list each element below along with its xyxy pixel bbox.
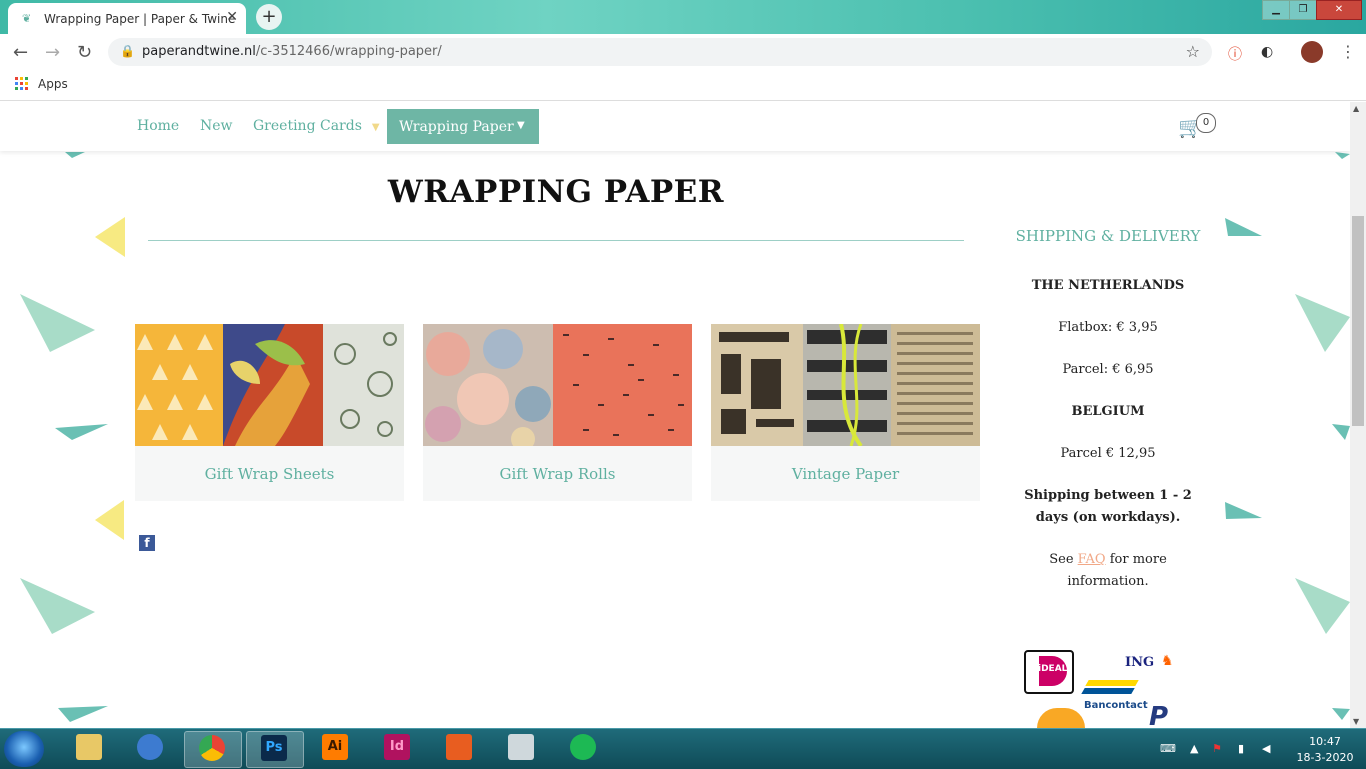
ideal-logo: iDEAL xyxy=(1024,650,1074,694)
url-text: paperandtwine.nl/c-3512466/wrapping-pape… xyxy=(142,44,442,59)
chevron-down-icon: ▼ xyxy=(371,122,380,133)
lock-icon: 🔒 xyxy=(120,44,135,58)
faq-line: See FAQ for more xyxy=(1049,552,1167,567)
network-icon[interactable]: ▮ xyxy=(1238,742,1244,755)
apps-grid-icon[interactable] xyxy=(15,77,28,90)
shipping-time-line2: days (on workdays). xyxy=(1035,510,1181,525)
bookmark-star-icon[interactable]: ☆ xyxy=(1186,42,1200,61)
system-clock[interactable]: 10:47 18-3-2020 xyxy=(1290,734,1360,766)
category-label[interactable]: Vintage Paper xyxy=(711,465,980,483)
belgium-heading: BELGIUM xyxy=(1071,404,1145,419)
faq-link[interactable]: FAQ xyxy=(1078,552,1106,567)
taskbar-calculator[interactable] xyxy=(494,731,550,766)
photoshop-icon: Ps xyxy=(261,735,287,761)
indesign-icon: Id xyxy=(384,734,410,760)
category-card-gift-wrap-sheets[interactable]: Gift Wrap Sheets xyxy=(135,324,404,501)
flatbox-price: Flatbox: € 3,95 xyxy=(1058,320,1158,335)
bookmarks-bar xyxy=(0,70,1366,101)
taskbar-explorer[interactable] xyxy=(62,731,118,766)
flag-icon[interactable]: ⚑ xyxy=(1212,742,1222,755)
cart-count-badge: 0 xyxy=(1196,113,1216,133)
category-image[interactable] xyxy=(423,324,692,446)
tab-close-icon[interactable]: ✕ xyxy=(226,9,238,25)
calculator-icon xyxy=(508,734,534,760)
payment-logo-orange xyxy=(1037,708,1085,728)
chrome-icon xyxy=(199,735,225,761)
netherlands-heading: THE NETHERLANDS xyxy=(1031,278,1185,293)
extension-icon-2[interactable]: ◐ xyxy=(1261,44,1273,60)
back-icon[interactable]: ← xyxy=(13,42,28,63)
shipping-time-line1: Shipping between 1 - 2 xyxy=(1024,488,1192,503)
scroll-down-icon[interactable]: ▼ xyxy=(1353,717,1359,726)
ing-lion-icon: ♞ xyxy=(1161,653,1174,669)
site-navigation: Home New Greeting Cards ▼ Wrapping Paper … xyxy=(0,102,1350,151)
page-title: WRAPPING PAPER xyxy=(387,174,725,210)
keyboard-icon[interactable]: ⌨ xyxy=(1160,742,1176,755)
new-tab-button[interactable]: + xyxy=(256,4,282,30)
scrollbar-thumb[interactable] xyxy=(1352,216,1364,426)
nav-item-wrapping-paper[interactable]: Wrapping Paper ▼ xyxy=(387,109,539,144)
clock-time: 10:47 xyxy=(1309,735,1341,748)
illustrator-icon: Ai xyxy=(322,734,348,760)
apps-bookmark[interactable]: Apps xyxy=(38,77,68,91)
chevron-down-icon: ▼ xyxy=(517,120,525,131)
window-minimize-button[interactable]: ▁ xyxy=(1262,0,1290,20)
category-card-vintage-paper[interactable]: Vintage Paper xyxy=(711,324,980,501)
address-bar[interactable]: 🔒 paperandtwine.nl/c-3512466/wrapping-pa… xyxy=(108,38,1212,66)
nav-item-home[interactable]: Home xyxy=(137,118,179,134)
bancontact-stripe-icon xyxy=(1085,680,1139,686)
spotify-icon xyxy=(570,734,596,760)
ing-logo: ING xyxy=(1125,655,1155,670)
faq-line-2: information. xyxy=(1067,574,1149,589)
folder-icon xyxy=(76,734,102,760)
extension-icon[interactable]: ⓘ xyxy=(1228,44,1242,64)
taskbar-thunderbird[interactable] xyxy=(123,731,179,766)
title-divider xyxy=(148,240,964,241)
nav-item-greeting-cards[interactable]: Greeting Cards ▼ xyxy=(253,118,380,134)
volume-icon[interactable]: ◀ xyxy=(1262,742,1270,755)
taskbar-photoshop[interactable]: Ps xyxy=(246,731,304,768)
facebook-icon[interactable]: f xyxy=(139,535,155,551)
taskbar-illustrator[interactable]: Ai xyxy=(308,731,364,766)
page-viewport: Home New Greeting Cards ▼ Wrapping Paper … xyxy=(0,102,1350,728)
payment-logos: iDEAL ING ♞ Bancontact P xyxy=(1001,630,1215,728)
site-favicon-icon: ❦ xyxy=(22,12,32,25)
taskbar-spotify[interactable] xyxy=(556,731,612,766)
page-scrollbar[interactable]: ▲ ▼ xyxy=(1350,102,1366,728)
paypal-logo: P xyxy=(1149,702,1169,728)
category-card-gift-wrap-rolls[interactable]: Gift Wrap Rolls xyxy=(423,324,692,501)
clock-date: 18-3-2020 xyxy=(1296,751,1354,764)
window-restore-button[interactable]: ❐ xyxy=(1289,0,1317,20)
browser-menu-icon[interactable]: ⋮ xyxy=(1340,42,1356,61)
forward-icon[interactable]: → xyxy=(45,42,60,63)
shipping-heading: SHIPPING & DELIVERY xyxy=(1015,227,1201,245)
bancontact-logo: Bancontact xyxy=(1084,700,1148,711)
tray-expand-icon[interactable]: ▲ xyxy=(1190,742,1198,755)
app-icon xyxy=(446,734,472,760)
category-label[interactable]: Gift Wrap Rolls xyxy=(423,465,692,483)
start-button[interactable] xyxy=(4,731,44,767)
nav-item-label: Wrapping Paper xyxy=(399,119,514,135)
window-close-button[interactable]: ✕ xyxy=(1316,0,1362,20)
profile-avatar[interactable] xyxy=(1301,41,1323,63)
parcel-nl-price: Parcel: € 6,95 xyxy=(1062,362,1154,377)
category-image[interactable] xyxy=(135,324,404,446)
nav-item-new[interactable]: New xyxy=(200,118,233,134)
category-image[interactable] xyxy=(711,324,980,446)
category-label[interactable]: Gift Wrap Sheets xyxy=(135,465,404,483)
reload-icon[interactable]: ↻ xyxy=(77,42,92,63)
browser-tab[interactable]: ❦ Wrapping Paper | Paper & Twine ✕ xyxy=(8,3,246,34)
shipping-sidebar: SHIPPING & DELIVERY THE NETHERLANDS Flat… xyxy=(1001,151,1215,621)
tab-title: Wrapping Paper | Paper & Twine xyxy=(44,12,236,26)
taskbar-chrome[interactable] xyxy=(184,731,242,768)
taskbar-app[interactable] xyxy=(432,731,488,766)
mail-icon xyxy=(137,734,163,760)
parcel-be-price: Parcel € 12,95 xyxy=(1060,446,1156,461)
scroll-up-icon[interactable]: ▲ xyxy=(1353,104,1359,113)
taskbar-indesign[interactable]: Id xyxy=(370,731,426,766)
